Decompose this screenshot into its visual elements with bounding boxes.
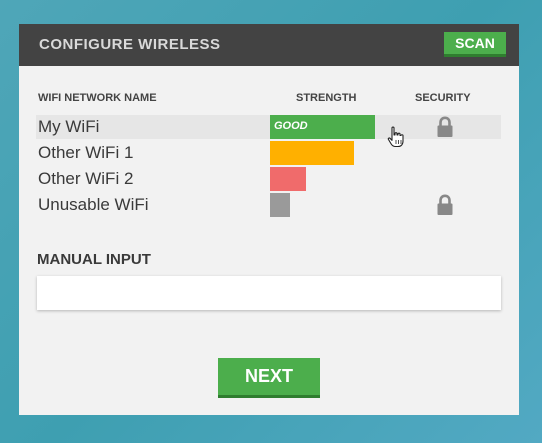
signal-strength-bar: GOOD [270,115,375,139]
column-header-strength: STRENGTH [296,92,357,104]
lock-icon [437,116,453,137]
column-header-network-name: WIFI NETWORK NAME [38,92,157,104]
network-name: My WiFi [38,117,100,136]
network-row[interactable]: Unusable WiFi [36,193,501,217]
network-name: Other WiFi 1 [38,143,134,162]
signal-strength-bar [270,141,354,165]
signal-strength-label: GOOD [274,120,308,132]
configure-wireless-panel: CONFIGURE WIRELESS SCAN WIFI NETWORK NAM… [19,24,519,415]
manual-input-label: MANUAL INPUT [37,251,151,268]
scan-button[interactable]: SCAN [444,32,506,57]
lock-icon [437,194,453,215]
signal-strength-bar [270,193,290,217]
signal-strength-bar [270,167,306,191]
panel-header: CONFIGURE WIRELESS SCAN [19,24,519,66]
hand-pointer-icon [387,126,404,148]
network-row[interactable]: Other WiFi 1 [36,141,501,165]
network-row[interactable]: My WiFi GOOD [36,115,501,139]
network-name: Other WiFi 2 [38,169,134,188]
panel-title: CONFIGURE WIRELESS [39,36,221,53]
manual-network-input[interactable] [37,276,501,310]
column-header-security: SECURITY [415,92,471,104]
network-row[interactable]: Other WiFi 2 [36,167,501,191]
network-name: Unusable WiFi [38,195,149,214]
next-button[interactable]: NEXT [218,358,320,398]
